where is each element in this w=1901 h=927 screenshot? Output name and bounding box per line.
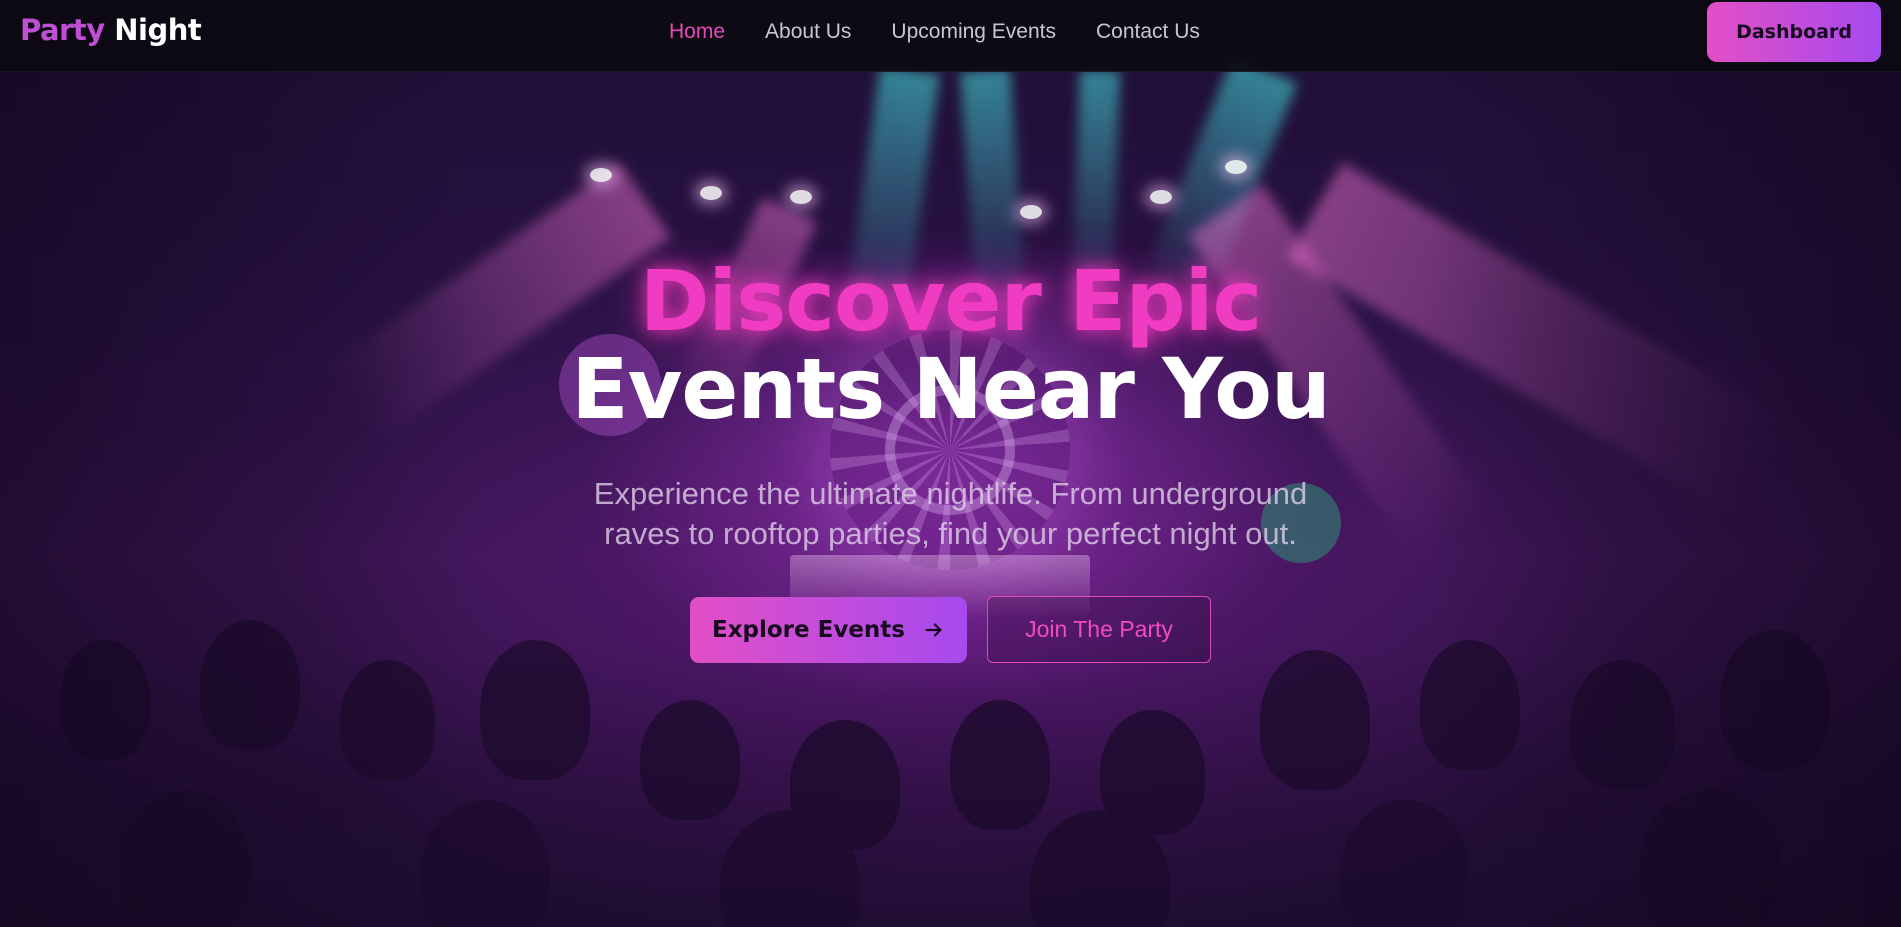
- top-navbar: Party Night Home About Us Upcoming Event…: [0, 0, 1901, 72]
- nav-link-home[interactable]: Home: [669, 20, 725, 44]
- nav-link-contact-us[interactable]: Contact Us: [1096, 20, 1200, 44]
- explore-events-label: Explore Events: [711, 617, 905, 643]
- brand-name-party: Party: [20, 13, 105, 47]
- arrow-right-icon: [925, 623, 942, 637]
- hero-subtitle-line2: raves to rooftop parties, find your perf…: [604, 516, 1297, 551]
- hero-background: [0, 0, 1901, 927]
- brand-name-night: Night: [114, 13, 202, 47]
- nav-link-about-us[interactable]: About Us: [765, 20, 851, 44]
- hero-title-line2: Events Near You: [571, 340, 1331, 438]
- hero-vignette: [0, 0, 1901, 927]
- brand-logo[interactable]: Party Night: [20, 13, 202, 47]
- dashboard-button[interactable]: Dashboard: [1707, 2, 1881, 62]
- join-the-party-button[interactable]: Join The Party: [987, 596, 1211, 663]
- hero-subtitle: Experience the ultimate nightlife. From …: [530, 474, 1371, 554]
- hero-title-line1: Discover Epic: [639, 252, 1263, 350]
- nav-link-upcoming-events[interactable]: Upcoming Events: [891, 20, 1056, 44]
- hero-subtitle-line1: Experience the ultimate nightlife. From …: [593, 476, 1308, 511]
- explore-events-button[interactable]: Explore Events: [690, 597, 967, 663]
- nav-links: Home About Us Upcoming Events Contact Us: [669, 20, 1200, 44]
